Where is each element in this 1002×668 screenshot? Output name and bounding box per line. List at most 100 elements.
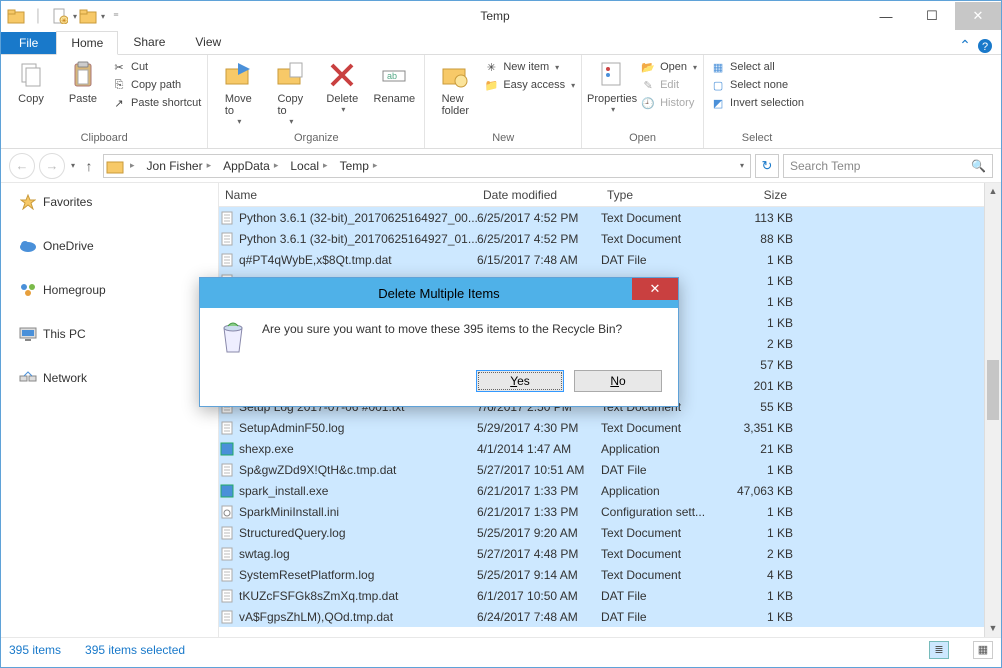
delete-button[interactable]: Delete▾ bbox=[318, 59, 366, 114]
chevron-down-icon[interactable]: ▾ bbox=[740, 161, 748, 170]
scroll-down[interactable]: ▼ bbox=[985, 620, 1001, 637]
select-all-icon: ▦ bbox=[710, 59, 726, 75]
new-item-button[interactable]: ✳New item▾ bbox=[483, 59, 575, 75]
edit-button[interactable]: ✎Edit bbox=[640, 77, 697, 93]
table-row[interactable]: SystemResetPlatform.log5/25/2017 9:14 AM… bbox=[219, 564, 984, 585]
pc-icon bbox=[19, 325, 37, 343]
forward-button[interactable]: → bbox=[39, 153, 65, 179]
nav-favorites[interactable]: Favorites bbox=[1, 189, 218, 215]
cut-button[interactable]: ✂Cut bbox=[111, 59, 201, 75]
table-row[interactable]: Sp&gwZDd9X!QtH&c.tmp.dat5/27/2017 10:51 … bbox=[219, 459, 984, 480]
homegroup-icon bbox=[19, 281, 37, 299]
maximize-button[interactable]: ☐ bbox=[909, 2, 955, 30]
file-icon bbox=[219, 483, 235, 499]
new-doc-icon[interactable]: ✳ bbox=[49, 5, 71, 27]
yes-button[interactable]: Yes bbox=[476, 370, 564, 392]
table-row[interactable]: tKUZcFSFGk8sZmXq.tmp.dat6/1/2017 10:50 A… bbox=[219, 585, 984, 606]
table-row[interactable]: q#PT4qWybE,x$8Qt.tmp.dat6/15/2017 7:48 A… bbox=[219, 249, 984, 270]
select-none-button[interactable]: ▢Select none bbox=[710, 77, 804, 93]
nav-pane: Favorites OneDrive Homegroup This PC Net… bbox=[1, 183, 219, 637]
view-details-button[interactable]: ≣ bbox=[929, 641, 949, 659]
no-button[interactable]: No bbox=[574, 370, 662, 392]
scrollbar[interactable]: ▲ ▼ bbox=[984, 183, 1001, 637]
history-dropdown[interactable]: ▾ bbox=[71, 161, 75, 170]
breadcrumb[interactable]: ▸ Jon Fisher▸ AppData▸ Local▸ Temp▸ ▾ bbox=[103, 154, 751, 178]
rename-button[interactable]: abRename bbox=[370, 59, 418, 105]
qat-overflow[interactable]: ⁼ bbox=[105, 5, 127, 27]
refresh-button[interactable]: ↻ bbox=[755, 154, 779, 178]
table-row[interactable]: vA$FgpsZhLM),QOd.tmp.dat6/24/2017 7:48 A… bbox=[219, 606, 984, 627]
nav-thispc[interactable]: This PC bbox=[1, 321, 218, 347]
help-button[interactable]: ? bbox=[977, 38, 1001, 54]
title-bar: | ✳ ▾ ▾ ⁼ Temp — ☐ ✕ bbox=[1, 1, 1001, 31]
paste-shortcut-button[interactable]: ↗Paste shortcut bbox=[111, 95, 201, 111]
easy-access-button[interactable]: 📁Easy access▾ bbox=[483, 77, 575, 93]
invert-icon: ◩ bbox=[710, 95, 726, 111]
tab-file[interactable]: File bbox=[1, 32, 56, 54]
tab-view[interactable]: View bbox=[180, 30, 236, 54]
nav-onedrive[interactable]: OneDrive bbox=[1, 233, 218, 259]
copy-path-icon: ⎘ bbox=[111, 77, 127, 93]
file-icon bbox=[219, 546, 235, 562]
table-row[interactable]: Python 3.6.1 (32-bit)_20170625164927_00.… bbox=[219, 207, 984, 228]
properties-button[interactable]: Properties▾ bbox=[588, 59, 636, 114]
file-list: Name Date modified Type Size Python 3.6.… bbox=[219, 183, 1001, 637]
search-input[interactable]: Search Temp 🔍 bbox=[783, 154, 993, 178]
recycle-bin-icon bbox=[216, 322, 250, 356]
copy-to-button[interactable]: Copy to▾ bbox=[266, 59, 314, 126]
nav-network[interactable]: Network bbox=[1, 365, 218, 391]
dialog-title-bar[interactable]: Delete Multiple Items ✕ bbox=[200, 278, 678, 308]
window-title: Temp bbox=[127, 9, 863, 23]
table-row[interactable]: spark_install.exe6/21/2017 1:33 PMApplic… bbox=[219, 480, 984, 501]
move-to-button[interactable]: Move to▾ bbox=[214, 59, 262, 126]
svg-text:✳: ✳ bbox=[61, 17, 67, 24]
column-headers[interactable]: Name Date modified Type Size bbox=[219, 183, 984, 207]
table-row[interactable]: SparkMiniInstall.ini6/21/2017 1:33 PMCon… bbox=[219, 501, 984, 522]
file-icon bbox=[219, 210, 235, 226]
tab-home[interactable]: Home bbox=[56, 31, 118, 55]
table-row[interactable]: SetupAdminF50.log5/29/2017 4:30 PMText D… bbox=[219, 417, 984, 438]
select-all-button[interactable]: ▦Select all bbox=[710, 59, 804, 75]
table-row[interactable]: swtag.log5/27/2017 4:48 PMText Document2… bbox=[219, 543, 984, 564]
file-icon bbox=[219, 231, 235, 247]
folder-icon bbox=[106, 157, 124, 175]
table-row[interactable]: shexp.exe4/1/2014 1:47 AMApplication21 K… bbox=[219, 438, 984, 459]
back-button[interactable]: ← bbox=[9, 153, 35, 179]
table-row[interactable]: StructuredQuery.log5/25/2017 9:20 AMText… bbox=[219, 522, 984, 543]
tab-share[interactable]: Share bbox=[118, 30, 180, 54]
minimize-button[interactable]: — bbox=[863, 2, 909, 30]
network-icon bbox=[19, 369, 37, 387]
new-folder-button[interactable]: New folder bbox=[431, 59, 479, 117]
file-icon bbox=[219, 588, 235, 604]
ribbon-collapse-button[interactable]: ⌃ bbox=[953, 37, 977, 54]
svg-text:ab: ab bbox=[387, 71, 397, 81]
up-button[interactable]: ↑ bbox=[79, 158, 99, 174]
history-icon: 🕘 bbox=[640, 95, 656, 111]
file-icon bbox=[219, 609, 235, 625]
dialog-close-button[interactable]: ✕ bbox=[632, 278, 678, 300]
paste-button[interactable]: Paste bbox=[59, 59, 107, 105]
delete-dialog: Delete Multiple Items ✕ Are you sure you… bbox=[199, 277, 679, 407]
qat-folder-icon[interactable] bbox=[77, 5, 99, 27]
ribbon: Copy Paste ✂Cut ⎘Copy path ↗Paste shortc… bbox=[1, 55, 1001, 149]
copy-path-button[interactable]: ⎘Copy path bbox=[111, 77, 201, 93]
view-icons-button[interactable]: ▦ bbox=[973, 641, 993, 659]
select-none-icon: ▢ bbox=[710, 77, 726, 93]
invert-selection-button[interactable]: ◩Invert selection bbox=[710, 95, 804, 111]
status-bar: 395 items 395 items selected ≣ ▦ bbox=[1, 637, 1001, 661]
folder-icon: 📁 bbox=[483, 77, 499, 93]
file-icon bbox=[219, 525, 235, 541]
history-button[interactable]: 🕘History bbox=[640, 95, 697, 111]
scroll-thumb[interactable] bbox=[987, 360, 999, 420]
copy-button[interactable]: Copy bbox=[7, 59, 55, 105]
open-button[interactable]: 📂Open▾ bbox=[640, 59, 697, 75]
status-selected: 395 items selected bbox=[85, 643, 185, 657]
close-button[interactable]: ✕ bbox=[955, 2, 1001, 30]
star-icon bbox=[19, 193, 37, 211]
ribbon-tabs: File Home Share View ⌃ ? bbox=[1, 31, 1001, 55]
edit-icon: ✎ bbox=[640, 77, 656, 93]
nav-homegroup[interactable]: Homegroup bbox=[1, 277, 218, 303]
scroll-up[interactable]: ▲ bbox=[985, 183, 1001, 200]
file-icon bbox=[219, 567, 235, 583]
table-row[interactable]: Python 3.6.1 (32-bit)_20170625164927_01.… bbox=[219, 228, 984, 249]
